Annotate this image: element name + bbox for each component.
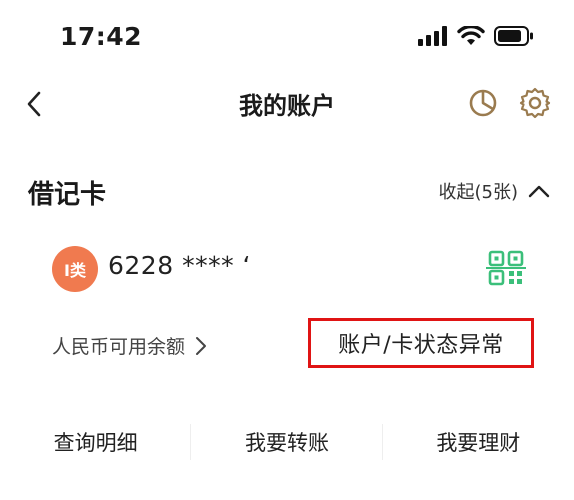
status-bar: 17:42	[0, 0, 574, 72]
query-details-button[interactable]: 查询明细	[0, 412, 192, 472]
balance-row: 人民币可用余额 账户/卡状态异常	[0, 316, 574, 376]
balance-label: 人民币可用余额	[52, 336, 186, 358]
transfer-button[interactable]: 我要转账	[191, 412, 383, 472]
chevron-up-icon	[528, 185, 550, 198]
pie-chart-icon	[469, 89, 497, 117]
collapse-button[interactable]: 收起(5张)	[439, 178, 551, 204]
battery-icon	[494, 26, 533, 46]
app-screen: 17:42 我的账户 借记卡 收起(5张) I类 6228 **** ‘ 人民币…	[0, 0, 574, 500]
wealth-management-button[interactable]: 我要理财	[383, 412, 574, 472]
debit-card-section-header: 借记卡 收起(5张)	[0, 160, 574, 220]
section-title: 借记卡	[28, 180, 107, 210]
nav-actions	[464, 84, 554, 122]
card-row[interactable]: I类 6228 **** ‘	[0, 238, 574, 300]
qr-code-button[interactable]	[486, 248, 526, 288]
status-time: 17:42	[60, 22, 143, 51]
qr-code-icon	[486, 250, 526, 286]
balance-toggle[interactable]: 人民币可用余额	[52, 332, 207, 359]
nav-bar: 我的账户	[0, 72, 574, 136]
wifi-icon	[457, 26, 485, 45]
settings-button[interactable]	[516, 84, 554, 122]
gear-icon	[519, 87, 551, 119]
status-icons	[418, 26, 534, 46]
chevron-right-icon	[196, 336, 207, 355]
account-status-alert[interactable]: 账户/卡状态异常	[308, 318, 534, 368]
collapse-label: 收起(5张)	[438, 182, 519, 203]
statistics-button[interactable]	[464, 84, 502, 122]
signal-icon	[418, 26, 447, 46]
card-number: 6228 **** ‘	[108, 251, 251, 280]
card-type-badge: I类	[52, 246, 98, 292]
card-actions: 查询明细 我要转账 我要理财	[0, 412, 574, 472]
